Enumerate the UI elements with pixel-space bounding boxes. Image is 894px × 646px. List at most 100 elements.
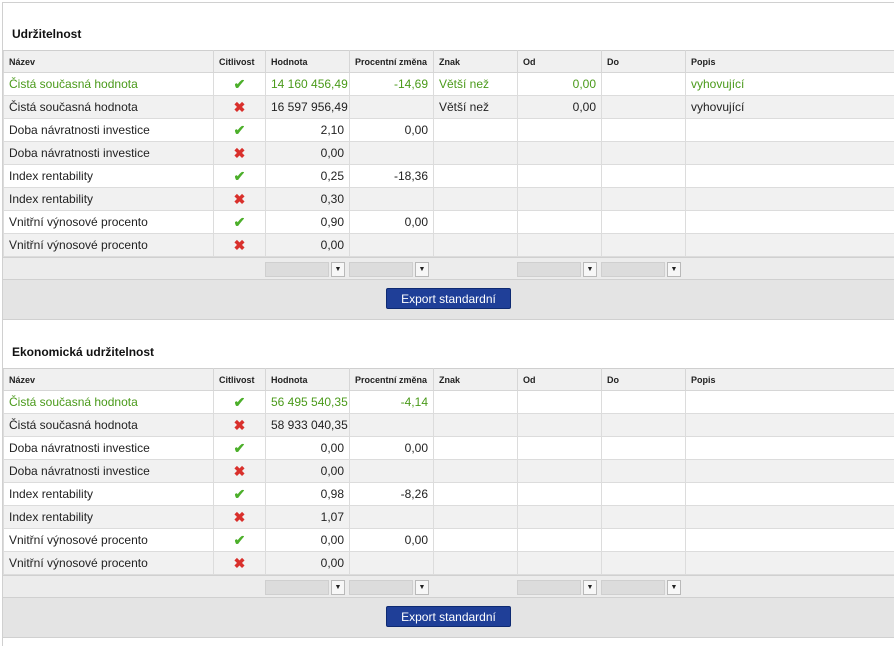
row-sensitivity: ✖ — [213, 459, 266, 483]
row-description — [685, 551, 894, 575]
row-percent-change — [349, 459, 434, 483]
row-percent-change — [349, 187, 434, 211]
col-header-sign[interactable]: Znak — [433, 368, 518, 391]
col-header-from[interactable]: Od — [517, 50, 602, 73]
col-header-value[interactable]: Hodnota — [265, 368, 350, 391]
chevron-down-icon[interactable]: ▼ — [583, 580, 597, 595]
export-standard-button[interactable]: Export standardní — [386, 606, 511, 627]
col-header-name[interactable]: Název — [3, 50, 214, 73]
from-filter-select[interactable] — [517, 580, 581, 595]
from-filter-select[interactable] — [517, 262, 581, 277]
row-percent-change — [349, 505, 434, 529]
chevron-down-icon[interactable]: ▼ — [331, 580, 345, 595]
row-percent-change: 0,00 — [349, 528, 434, 552]
to-filter-select[interactable] — [601, 262, 665, 277]
row-to — [601, 413, 686, 437]
row-from: 0,00 — [517, 72, 602, 96]
table-row[interactable]: Čistá současná hodnota ✖ 58 933 040,35 — [3, 413, 894, 437]
col-header-to[interactable]: Do — [601, 50, 686, 73]
col-header-percent-change[interactable]: Procentní změna — [349, 50, 434, 73]
cross-icon: ✖ — [233, 416, 246, 433]
percent-filter-select[interactable] — [349, 262, 413, 277]
row-sign — [433, 390, 518, 414]
row-sign — [433, 482, 518, 506]
row-sign — [433, 233, 518, 257]
col-header-from[interactable]: Od — [517, 368, 602, 391]
row-value: 0,00 — [265, 141, 350, 165]
export-bar: Export standardní — [3, 598, 894, 638]
check-icon: ✔ — [233, 213, 246, 230]
table-row[interactable]: Index rentability ✔ 0,25 -18,36 — [3, 164, 894, 188]
table-row[interactable]: Index rentability ✖ 0,30 — [3, 187, 894, 211]
row-description — [685, 528, 894, 552]
export-standard-button[interactable]: Export standardní — [386, 288, 511, 309]
check-icon: ✔ — [233, 531, 246, 548]
percent-filter-select[interactable] — [349, 580, 413, 595]
table-row[interactable]: Index rentability ✖ 1,07 — [3, 505, 894, 529]
table-row[interactable]: Čistá současná hodnota ✔ 14 160 456,49 -14,… — [3, 72, 894, 96]
table-row[interactable]: Doba návratnosti investice ✖ 0,00 — [3, 459, 894, 483]
check-icon: ✔ — [233, 75, 246, 92]
row-name: Index rentability — [3, 164, 214, 188]
col-header-description[interactable]: Popis — [685, 50, 894, 73]
row-description — [685, 459, 894, 483]
row-to — [601, 164, 686, 188]
row-sensitivity: ✔ — [213, 72, 266, 96]
row-from — [517, 233, 602, 257]
col-header-sensitivity[interactable]: Citlivost — [213, 368, 266, 391]
col-header-value[interactable]: Hodnota — [265, 50, 350, 73]
row-sign — [433, 141, 518, 165]
row-value: 0,98 — [265, 482, 350, 506]
chevron-down-icon[interactable]: ▼ — [415, 580, 429, 595]
section-title: Ekonomická udržitelnost — [12, 345, 155, 359]
table-row[interactable]: Vnitřní výnosové procento ✖ 0,00 — [3, 551, 894, 575]
header-row: Název Citlivost Hodnota Procentní změna … — [3, 368, 894, 391]
table-row[interactable]: Vnitřní výnosové procento ✖ 0,00 — [3, 233, 894, 257]
row-name: Doba návratnosti investice — [3, 459, 214, 483]
row-from — [517, 551, 602, 575]
col-header-description[interactable]: Popis — [685, 368, 894, 391]
economic-sustainability-table: Název Citlivost Hodnota Procentní změna … — [3, 368, 894, 575]
check-icon: ✔ — [233, 439, 246, 456]
col-header-to[interactable]: Do — [601, 368, 686, 391]
col-header-name[interactable]: Název — [3, 368, 214, 391]
table-row[interactable]: Doba návratnosti investice ✔ 0,00 0,00 — [3, 436, 894, 460]
row-to — [601, 436, 686, 460]
to-filter-select[interactable] — [601, 580, 665, 595]
col-header-sensitivity[interactable]: Citlivost — [213, 50, 266, 73]
chevron-down-icon[interactable]: ▼ — [331, 262, 345, 277]
row-sensitivity: ✖ — [213, 141, 266, 165]
chevron-down-icon[interactable]: ▼ — [667, 580, 681, 595]
chevron-down-icon[interactable]: ▼ — [415, 262, 429, 277]
value-filter-select[interactable] — [265, 262, 329, 277]
row-sensitivity: ✔ — [213, 118, 266, 142]
table-row[interactable]: Doba návratnosti investice ✔ 2,10 0,00 — [3, 118, 894, 142]
cross-icon: ✖ — [233, 98, 246, 115]
table-row[interactable]: Index rentability ✔ 0,98 -8,26 — [3, 482, 894, 506]
col-header-sign[interactable]: Znak — [433, 50, 518, 73]
row-description — [685, 390, 894, 414]
row-sign — [433, 164, 518, 188]
row-name: Vnitřní výnosové procento — [3, 551, 214, 575]
row-value: 14 160 456,49 — [265, 72, 350, 96]
table-row[interactable]: Čistá současná hodnota ✖ 16 597 956,49 Větš… — [3, 95, 894, 119]
cross-icon: ✖ — [233, 462, 246, 479]
chevron-down-icon[interactable]: ▼ — [667, 262, 681, 277]
row-description: vyhovující — [685, 72, 894, 96]
table-row[interactable]: Vnitřní výnosové procento ✔ 0,00 0,00 — [3, 528, 894, 552]
value-filter-select[interactable] — [265, 580, 329, 595]
chevron-down-icon[interactable]: ▼ — [583, 262, 597, 277]
row-sign — [433, 459, 518, 483]
row-sensitivity: ✖ — [213, 233, 266, 257]
table-row[interactable]: Doba návratnosti investice ✖ 0,00 — [3, 141, 894, 165]
row-to — [601, 72, 686, 96]
table-row[interactable]: Vnitřní výnosové procento ✔ 0,90 0,00 — [3, 210, 894, 234]
row-from: 0,00 — [517, 95, 602, 119]
row-sign — [433, 187, 518, 211]
cross-icon: ✖ — [233, 236, 246, 253]
table-row[interactable]: Čistá současná hodnota ✔ 56 495 540,35 -4,1… — [3, 390, 894, 414]
table-body: Čistá současná hodnota ✔ 56 495 540,35 -4,1… — [3, 390, 894, 575]
row-value: 2,10 — [265, 118, 350, 142]
row-name: Index rentability — [3, 187, 214, 211]
col-header-percent-change[interactable]: Procentní změna — [349, 368, 434, 391]
